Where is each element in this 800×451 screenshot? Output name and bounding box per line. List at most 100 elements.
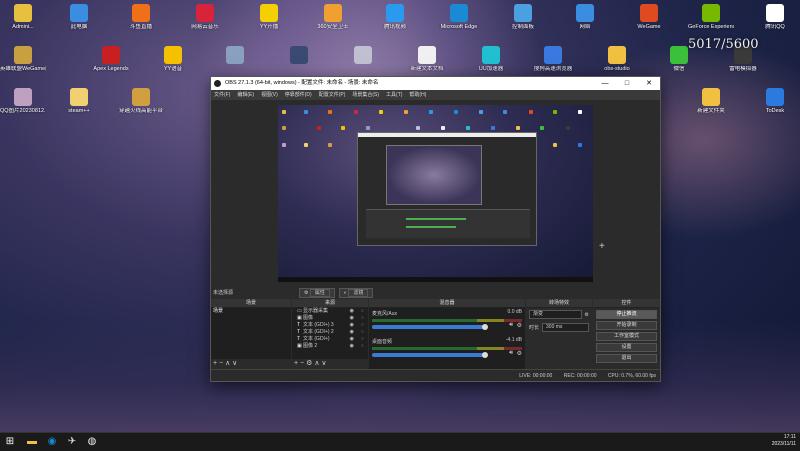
desktop-icon[interactable]: Admini... — [0, 4, 46, 31]
volume-slider[interactable] — [372, 324, 488, 330]
menu-tools[interactable]: 工具(T) — [386, 90, 402, 100]
lock-icon[interactable]: ◌ — [361, 315, 364, 322]
desktop-icon[interactable]: 腾讯视频 — [372, 4, 418, 31]
gear-icon[interactable]: ⚙ — [517, 350, 522, 357]
eye-icon[interactable]: ◉ — [350, 329, 354, 336]
move-up-icon[interactable]: ∧ — [314, 360, 319, 367]
desktop-icon[interactable]: UU加速器 — [468, 46, 514, 73]
remove-source-button[interactable]: − — [300, 360, 304, 367]
move-up-icon[interactable]: ∧ — [225, 360, 230, 367]
eye-icon[interactable]: ◉ — [350, 322, 354, 329]
scene-item[interactable]: 场景 — [211, 308, 291, 315]
desktop-icon[interactable]: YY开播 — [246, 4, 292, 31]
desktop-icon-label: 此电脑 — [70, 24, 88, 30]
slider-knob[interactable] — [481, 352, 488, 358]
remove-scene-button[interactable]: − — [219, 360, 223, 367]
settings-button[interactable]: 设置 — [596, 343, 657, 352]
volume-slider[interactable] — [372, 352, 488, 358]
windows-start-icon[interactable]: ⊞ — [4, 436, 16, 448]
desktop-icon[interactable]: YY语音 — [150, 46, 196, 73]
desktop-icon[interactable]: Apex Legends — [88, 46, 134, 73]
desktop-icon[interactable]: GeForce Experience — [688, 4, 734, 31]
lock-icon[interactable]: ◌ — [361, 322, 364, 329]
speaker-icon[interactable]: 🔊︎ — [509, 350, 513, 357]
obs-taskbar-icon[interactable]: ◍ — [86, 436, 98, 448]
menu-docks[interactable]: 停靠部件(D) — [285, 90, 312, 100]
source-settings-icon[interactable]: ⚙ — [306, 360, 312, 367]
edge-icon[interactable]: ◉ — [46, 436, 58, 448]
exit-button[interactable]: 退出 — [596, 354, 657, 363]
preview-canvas[interactable] — [278, 105, 593, 282]
desktop-icon[interactable] — [276, 46, 322, 66]
lock-icon[interactable]: ◌ — [361, 343, 364, 350]
desktop-icon[interactable]: Microsoft Edge — [436, 4, 482, 31]
desktop-icon[interactable]: QQ图片20230812... — [0, 88, 46, 115]
maximize-button[interactable]: □ — [616, 77, 638, 90]
desktop-icon[interactable]: 此电脑 — [56, 4, 102, 31]
menu-help[interactable]: 帮助(H) — [409, 90, 426, 100]
add-scene-button[interactable]: + — [213, 360, 217, 367]
source-item[interactable]: ▭显示器采集 ◉ ◌ — [292, 308, 368, 315]
desktop-icon[interactable]: 360安全卫士 — [310, 4, 356, 31]
slider-knob[interactable] — [481, 324, 488, 330]
source-item[interactable]: T 文本 (GDI+) 2 ◉ ◌ — [292, 329, 368, 336]
desktop-icon[interactable]: 斗鱼直播 — [118, 4, 164, 31]
source-item[interactable]: T 文本 (GDI+) ◉ ◌ — [292, 336, 368, 343]
transitions-dock: 转场特效 渐变 ⚙ 时长 300 ms — [526, 299, 592, 369]
desktop-icon[interactable]: 新建文本文档 — [404, 46, 450, 73]
lock-icon[interactable]: ◌ — [361, 329, 364, 336]
obs-title-bar[interactable]: OBS 27.1.3 (64-bit, windows) - 配置文件: 未命名… — [211, 77, 660, 90]
obs-window[interactable]: OBS 27.1.3 (64-bit, windows) - 配置文件: 未命名… — [210, 76, 661, 382]
eye-icon[interactable]: ◉ — [350, 336, 354, 343]
desktop-icon[interactable]: 网易云音乐 — [182, 4, 228, 31]
obs-preview-area[interactable]: + — [211, 101, 660, 287]
move-down-icon[interactable]: ∨ — [232, 360, 237, 367]
source-item[interactable]: ▣图像 2 ◉ ◌ — [292, 343, 368, 350]
plane-app-icon[interactable]: ✈ — [66, 436, 78, 448]
gear-icon[interactable]: ⚙ — [517, 322, 522, 329]
lock-icon[interactable]: ◌ — [361, 336, 364, 343]
eye-icon[interactable]: ◉ — [350, 308, 354, 315]
menu-scene-collection[interactable]: 场景集合(S) — [352, 90, 379, 100]
desktop-icon[interactable]: 控制面板 — [500, 4, 546, 31]
desktop-icon[interactable]: 网络 — [562, 4, 608, 31]
gear-icon[interactable]: ⚙ — [585, 312, 589, 318]
eye-icon[interactable]: ◉ — [350, 315, 354, 322]
system-tray[interactable]: 17:11 2023/11/11 — [772, 434, 796, 448]
desktop-icon[interactable] — [340, 46, 386, 66]
sources-list[interactable]: ▭显示器采集 ◉ ◌ ▣图像 ◉ ◌ T 文本 (GDI+) 3 ◉ ◌ T 文本 (GDI+) 2 ◉… — [292, 308, 368, 359]
desktop-icon[interactable] — [212, 46, 258, 66]
desktop-icon[interactable]: ToDesk — [752, 88, 798, 115]
desktop-icon[interactable]: 搜狗高速浏览器 — [530, 46, 576, 73]
desktop-icon[interactable]: 英雄联盟WeGame版 — [0, 46, 46, 73]
move-down-icon[interactable]: ∨ — [321, 360, 326, 367]
add-source-button[interactable]: + — [294, 360, 298, 367]
menu-profile[interactable]: 配置文件(P) — [319, 90, 346, 100]
desktop-icon[interactable]: 腾讯QQ — [752, 4, 798, 31]
start-recording-button[interactable]: 开始录制 — [596, 321, 657, 330]
scenes-list[interactable]: 场景 — [211, 308, 291, 359]
transition-select[interactable]: 渐变 — [529, 310, 582, 319]
properties-button[interactable]: ⚙ 属性 — [299, 288, 335, 298]
close-button[interactable]: ✕ — [638, 77, 660, 90]
app-icon — [324, 4, 342, 22]
menu-file[interactable]: 文件(F) — [214, 90, 230, 100]
desktop-icon[interactable]: obs-studio — [594, 46, 640, 73]
filters-button[interactable]: ◐ 滤镜 — [338, 288, 374, 298]
duration-input[interactable]: 300 ms — [542, 323, 589, 332]
stop-streaming-button[interactable]: 停止推流 — [596, 310, 657, 319]
source-item[interactable]: T 文本 (GDI+) 3 ◉ ◌ — [292, 322, 368, 329]
desktop-icon[interactable]: steam++ — [56, 88, 102, 115]
lock-icon[interactable]: ◌ — [361, 308, 364, 315]
menu-edit[interactable]: 编辑(E) — [237, 90, 254, 100]
menu-view[interactable]: 视图(V) — [261, 90, 278, 100]
source-item[interactable]: ▣图像 ◉ ◌ — [292, 315, 368, 322]
speaker-icon[interactable]: 🔊︎ — [509, 322, 513, 329]
desktop-icon[interactable]: 新建文件夹 — [688, 88, 734, 115]
desktop-icon[interactable]: WeGame — [626, 4, 672, 31]
desktop-icon[interactable]: 穿越火线高能平台 — [118, 88, 164, 115]
file-explorer-icon[interactable]: ▬ — [26, 436, 38, 448]
minimize-button[interactable]: — — [594, 77, 616, 90]
studio-mode-button[interactable]: 工作室模式 — [596, 332, 657, 341]
eye-icon[interactable]: ◉ — [350, 343, 354, 350]
